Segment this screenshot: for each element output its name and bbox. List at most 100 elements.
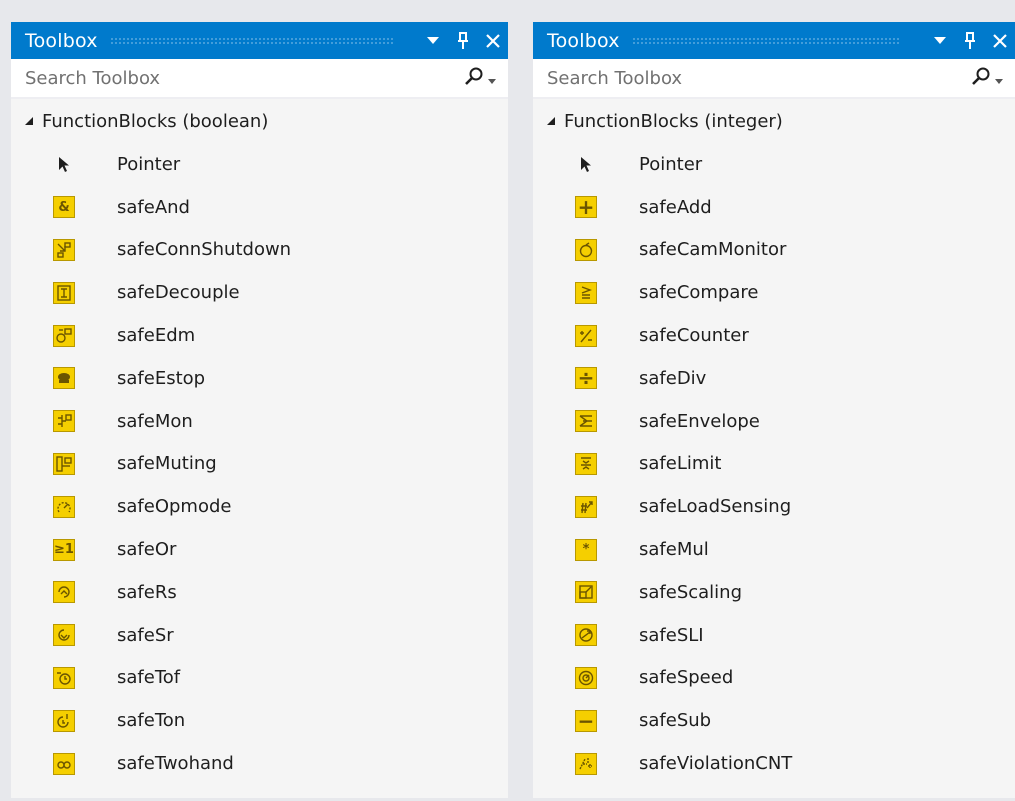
function-block-icon-frame bbox=[53, 367, 75, 390]
search-icon[interactable] bbox=[971, 66, 991, 90]
toolbox-item-label: safeSub bbox=[639, 710, 712, 732]
expanded-triangle-icon[interactable] bbox=[24, 116, 38, 126]
function-block-icon-frame bbox=[53, 581, 75, 604]
toolbox-item[interactable]: safeTon bbox=[11, 699, 508, 742]
toolbox-item-label: safeRs bbox=[117, 581, 177, 603]
drag-grip[interactable] bbox=[109, 36, 394, 45]
toolbox-item-label: safeSLI bbox=[639, 624, 704, 646]
search-options-dropdown-icon[interactable] bbox=[488, 69, 496, 88]
toolbox-item[interactable]: Pointer bbox=[533, 143, 1015, 186]
toolbox-item[interactable]: safeLimit bbox=[533, 443, 1015, 486]
function-block-glyph: + bbox=[577, 195, 595, 220]
sub-block-icon: − bbox=[574, 709, 598, 733]
pin-icon[interactable] bbox=[955, 22, 985, 59]
close-icon[interactable] bbox=[985, 22, 1015, 59]
function-block-icon-frame bbox=[53, 752, 75, 775]
function-block-icon-frame: + bbox=[575, 195, 597, 220]
rs-block-icon bbox=[52, 580, 76, 604]
pointer-icon bbox=[574, 152, 598, 176]
mul-block-icon: * bbox=[574, 538, 598, 562]
toolbox-titlebar[interactable]: Toolbox bbox=[533, 22, 1015, 59]
toolbox-item-label: Pointer bbox=[639, 153, 703, 175]
search-options-dropdown-icon[interactable] bbox=[995, 69, 1003, 88]
toolbox-item-label: safeTwohand bbox=[117, 753, 234, 775]
add-block-icon: + bbox=[574, 195, 598, 219]
twohand-block-icon bbox=[52, 752, 76, 776]
search-input[interactable] bbox=[547, 67, 971, 89]
toolbox-item[interactable]: safeCompare bbox=[533, 271, 1015, 314]
toolbox-item-label: safeTof bbox=[117, 667, 181, 689]
toolbox-item-label: safeTon bbox=[117, 710, 186, 732]
toolbox-title: Toolbox bbox=[25, 29, 98, 52]
compare-block-icon bbox=[574, 281, 598, 305]
drag-grip[interactable] bbox=[631, 36, 901, 45]
toolbox-panel-integer: Toolbox F bbox=[533, 22, 1015, 798]
pin-icon[interactable] bbox=[448, 22, 478, 59]
toolbox-titlebar[interactable]: Toolbox bbox=[11, 22, 508, 59]
function-block-icon-frame bbox=[53, 452, 75, 475]
toolbox-item[interactable]: safeLoadSensing bbox=[533, 485, 1015, 528]
group-label: FunctionBlocks (integer) bbox=[564, 110, 783, 132]
toolbox-item[interactable]: safeTwohand bbox=[11, 742, 508, 785]
close-icon[interactable] bbox=[478, 22, 508, 59]
toolbox-search-bar bbox=[533, 59, 1015, 99]
dropdown-arrow-icon[interactable] bbox=[925, 22, 955, 59]
toolbox-item[interactable]: safeConnShutdown bbox=[11, 229, 508, 272]
estop-block-icon bbox=[52, 366, 76, 390]
toolbox-item[interactable]: * safeMul bbox=[533, 528, 1015, 571]
ton-block-icon bbox=[52, 709, 76, 733]
toolbox-item[interactable]: safeEdm bbox=[11, 314, 508, 357]
toolbox-items: Pointer + safeAdd safeCamMonitor safeCompare… bbox=[533, 143, 1015, 785]
toolbox-item[interactable]: safeMuting bbox=[11, 443, 508, 486]
toolbox-item[interactable]: + safeAdd bbox=[533, 186, 1015, 229]
toolbox-item[interactable]: − safeSub bbox=[533, 699, 1015, 742]
toolbox-item-label: safeMul bbox=[639, 539, 709, 561]
toolbox-item-label: safeEnvelope bbox=[639, 410, 760, 432]
function-block-icon-frame: ÷ bbox=[575, 366, 597, 391]
toolbox-item[interactable]: safeEstop bbox=[11, 357, 508, 400]
sr-block-icon bbox=[52, 623, 76, 647]
function-block-icon-frame bbox=[53, 495, 75, 518]
load-sensing-block-icon bbox=[574, 495, 598, 519]
toolbox-item[interactable]: Pointer bbox=[11, 143, 508, 186]
expanded-triangle-icon[interactable] bbox=[546, 116, 560, 126]
toolbox-item[interactable]: & safeAnd bbox=[11, 186, 508, 229]
toolbox-item[interactable]: safeRs bbox=[11, 571, 508, 614]
toolbox-item[interactable]: safeDecouple bbox=[11, 271, 508, 314]
search-icon[interactable] bbox=[464, 66, 484, 90]
toolbox-item-label: safeSr bbox=[117, 624, 174, 646]
limit-block-icon bbox=[574, 452, 598, 476]
function-block-icon-frame: − bbox=[575, 709, 597, 733]
toolbox-item[interactable]: safeViolationCNT bbox=[533, 742, 1015, 785]
toolbox-group-header[interactable]: FunctionBlocks (boolean) bbox=[11, 99, 508, 143]
toolbox-item-label: safeOr bbox=[117, 539, 177, 561]
toolbox-group-header[interactable]: FunctionBlocks (integer) bbox=[533, 99, 1015, 143]
mon-block-icon bbox=[52, 409, 76, 433]
search-input[interactable] bbox=[25, 67, 464, 89]
toolbox-item[interactable]: ≥1 safeOr bbox=[11, 528, 508, 571]
toolbox-item[interactable]: safeSr bbox=[11, 614, 508, 657]
dropdown-arrow-icon[interactable] bbox=[418, 22, 448, 59]
toolbox-item[interactable]: safeOpmode bbox=[11, 485, 508, 528]
toolbox-item-label: safeConnShutdown bbox=[117, 239, 292, 261]
toolbox-item[interactable]: safeEnvelope bbox=[533, 400, 1015, 443]
toolbox-item[interactable]: safeTof bbox=[11, 657, 508, 700]
function-block-icon-frame bbox=[53, 324, 75, 347]
function-block-glyph: ≥1 bbox=[54, 542, 74, 558]
toolbox-item[interactable]: safeSpeed bbox=[533, 657, 1015, 700]
toolbox-item[interactable]: safeScaling bbox=[533, 571, 1015, 614]
toolbox-item[interactable]: safeSLI bbox=[533, 614, 1015, 657]
function-block-glyph: ÷ bbox=[577, 366, 595, 391]
toolbox-item-list: FunctionBlocks (integer) Pointer + safeAdd… bbox=[533, 99, 1015, 785]
toolbox-item-label: safeOpmode bbox=[117, 496, 232, 518]
toolbox-item[interactable]: safeCounter bbox=[533, 314, 1015, 357]
toolbox-item-label: safeCounter bbox=[639, 325, 749, 347]
function-block-icon-frame bbox=[575, 452, 597, 475]
toolbox-item-label: Pointer bbox=[117, 153, 181, 175]
counter-block-icon bbox=[574, 324, 598, 348]
toolbox-item[interactable]: safeCamMonitor bbox=[533, 229, 1015, 272]
toolbox-item[interactable]: safeMon bbox=[11, 400, 508, 443]
function-block-icon-frame bbox=[575, 324, 597, 347]
toolbox-item[interactable]: ÷ safeDiv bbox=[533, 357, 1015, 400]
decouple-block-icon bbox=[52, 281, 76, 305]
